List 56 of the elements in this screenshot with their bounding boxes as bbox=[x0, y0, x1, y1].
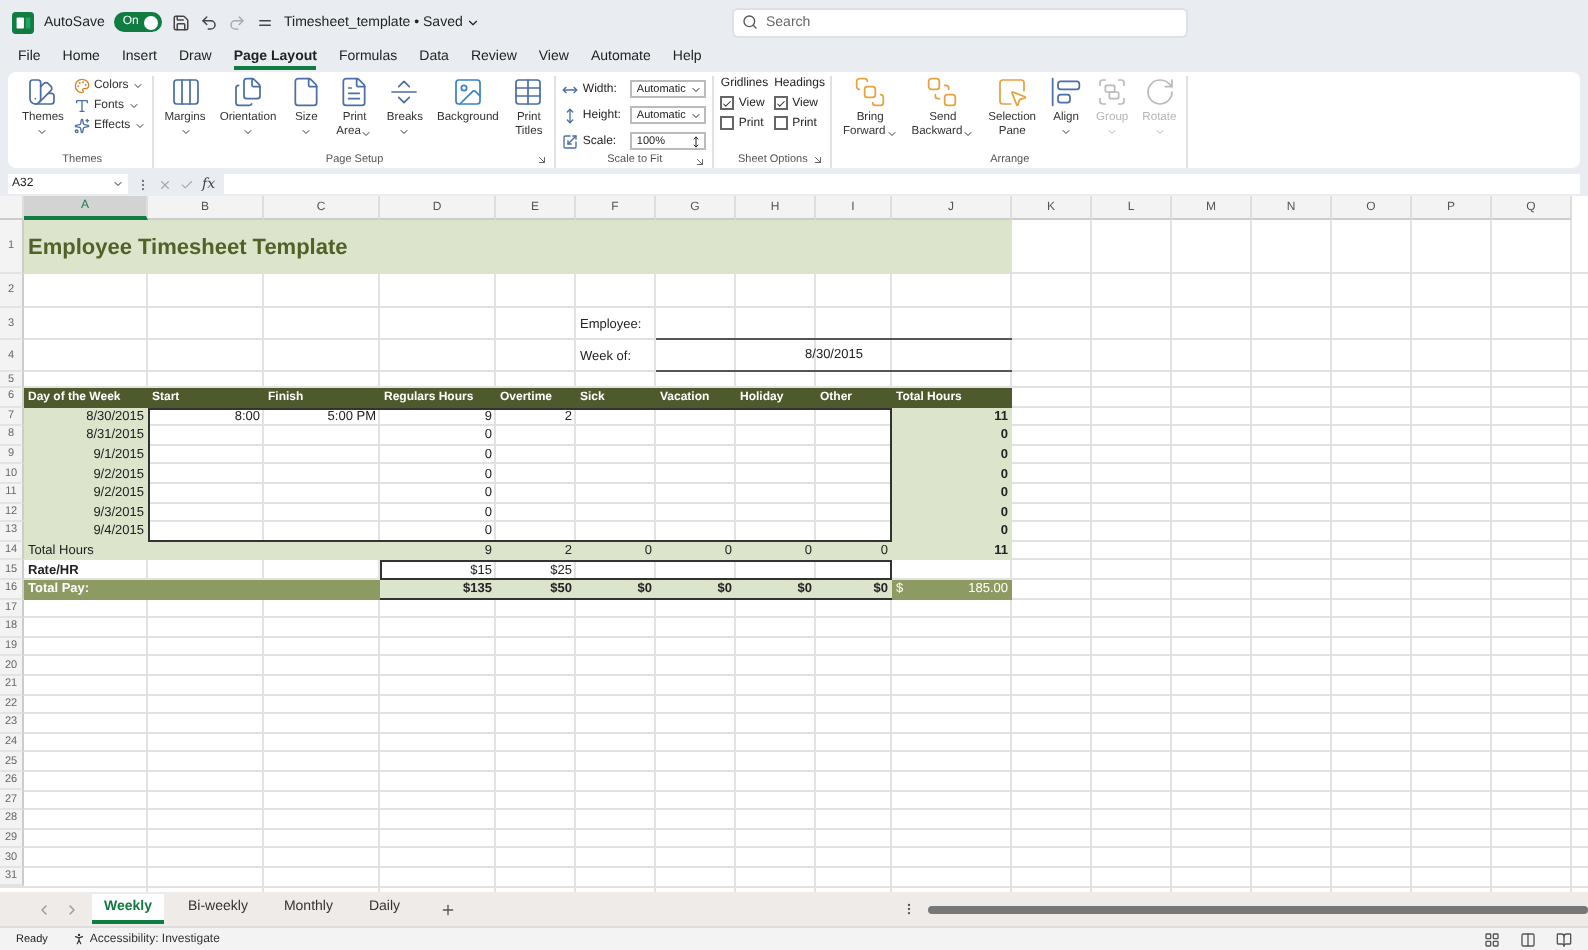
caret-icon bbox=[300, 126, 313, 138]
caret-icon bbox=[398, 126, 411, 138]
page-icon bbox=[290, 76, 323, 108]
page-layout-view-icon[interactable] bbox=[1520, 931, 1536, 947]
layers-back-icon bbox=[926, 76, 959, 108]
caret-icon bbox=[885, 127, 898, 139]
caret-icon bbox=[466, 15, 481, 29]
width-icon bbox=[562, 81, 579, 97]
separator-icon bbox=[388, 76, 421, 108]
caret-icon bbox=[241, 126, 254, 138]
horizontal-scrollbar[interactable] bbox=[928, 902, 1588, 916]
sheet-title: Employee Timesheet Template bbox=[24, 220, 1012, 274]
more-icon[interactable] bbox=[902, 902, 916, 916]
layers-front-icon bbox=[854, 76, 887, 108]
table-icon bbox=[512, 76, 545, 108]
type-icon bbox=[73, 98, 90, 114]
caret-icon bbox=[1153, 126, 1166, 138]
pointer-square-icon bbox=[996, 76, 1029, 108]
caret-icon bbox=[179, 126, 191, 138]
palette-icon bbox=[73, 78, 90, 94]
add-sheet-icon[interactable] bbox=[440, 901, 457, 917]
scale-icon bbox=[562, 133, 579, 149]
spreadsheet-app-icon[interactable] bbox=[12, 11, 34, 33]
spinner-arrows-icon bbox=[690, 135, 703, 147]
pages-icon bbox=[231, 76, 264, 108]
sparkles-icon bbox=[73, 118, 90, 134]
image-icon bbox=[451, 76, 484, 108]
caret-icon bbox=[1106, 126, 1119, 138]
height-icon bbox=[562, 107, 579, 123]
check-icon bbox=[722, 97, 733, 109]
worksheet-grid[interactable] bbox=[0, 196, 1588, 892]
caret-icon bbox=[36, 126, 49, 138]
swatch-icon bbox=[26, 76, 59, 108]
check-icon bbox=[776, 97, 787, 109]
caret-icon bbox=[112, 178, 124, 190]
caret-icon bbox=[360, 127, 373, 139]
undo-icon[interactable] bbox=[200, 13, 219, 31]
rotate-icon bbox=[1143, 76, 1176, 108]
group-icon bbox=[1096, 76, 1129, 108]
columns-icon bbox=[169, 76, 201, 108]
caret-icon bbox=[690, 83, 703, 95]
normal-view-icon[interactable] bbox=[1484, 931, 1500, 947]
caret-icon bbox=[1060, 126, 1073, 138]
page-break-view-icon[interactable] bbox=[1556, 931, 1572, 947]
dialog-launcher-icon[interactable] bbox=[812, 154, 825, 166]
document-icon bbox=[338, 76, 371, 108]
caret-icon bbox=[690, 109, 703, 121]
align-icon bbox=[1050, 76, 1083, 108]
caret-icon bbox=[962, 127, 975, 139]
save-icon[interactable] bbox=[172, 13, 191, 31]
search-icon bbox=[742, 14, 758, 30]
dialog-launcher-icon[interactable] bbox=[536, 154, 549, 166]
formula-input[interactable] bbox=[223, 174, 1580, 194]
more-icon[interactable] bbox=[136, 177, 150, 191]
accessibility-icon bbox=[71, 932, 86, 946]
dialog-launcher-icon[interactable] bbox=[694, 156, 707, 168]
